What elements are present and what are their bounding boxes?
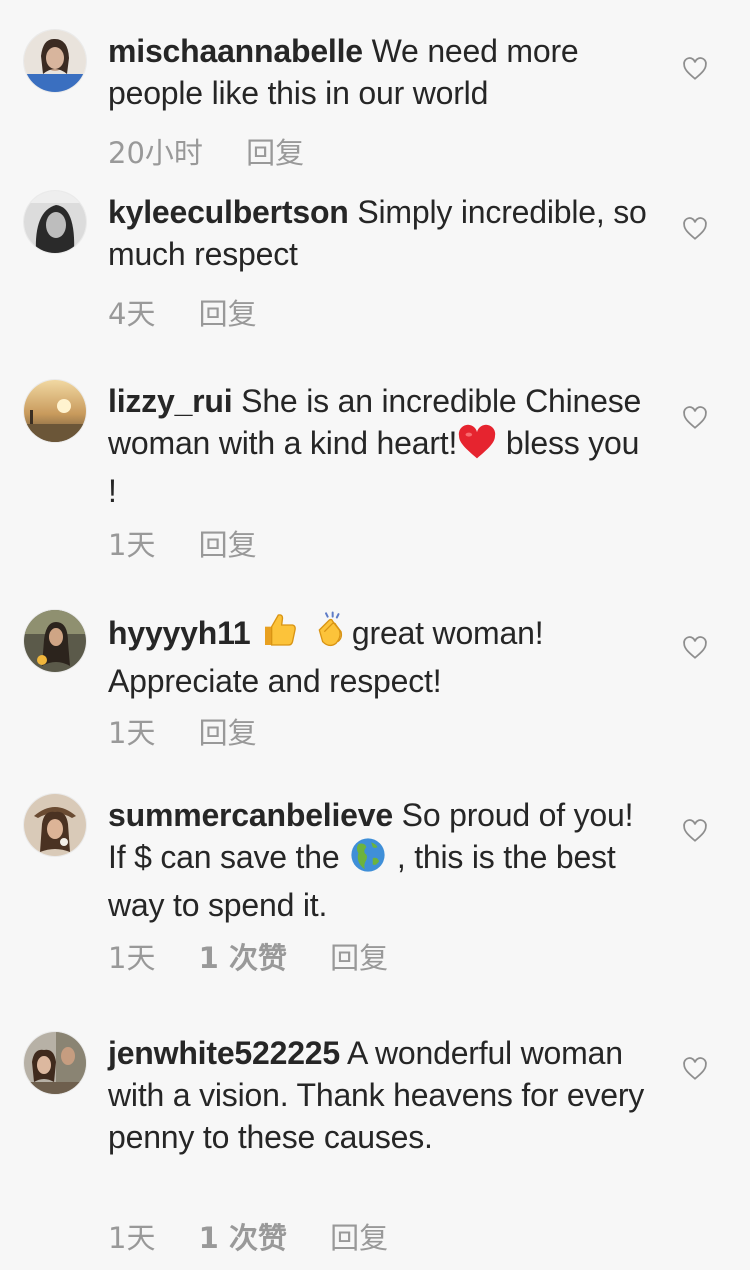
username[interactable]: jenwhite522225 (108, 1035, 340, 1071)
username[interactable]: lizzy_rui (108, 383, 233, 419)
timestamp: 1天 (108, 941, 156, 975)
reply-button[interactable]: 回复 (199, 522, 257, 564)
heart-outline-icon[interactable] (682, 1056, 708, 1082)
heart-outline-icon[interactable] (682, 216, 708, 242)
username[interactable]: mischaannabelle (108, 33, 363, 69)
comment-meta: 4天 回复 (108, 291, 291, 333)
avatar[interactable] (24, 380, 86, 442)
reply-button[interactable]: 回复 (246, 130, 304, 172)
comment-text: kyleeculbertson Simply incredible, so mu… (108, 191, 648, 275)
timestamp: 4天 (108, 297, 156, 331)
heart-outline-icon[interactable] (682, 405, 708, 431)
avatar[interactable] (24, 610, 86, 672)
timestamp: 20小时 (108, 136, 203, 170)
comment-meta: 1天 1 次赞 回复 (108, 1215, 422, 1257)
thumbs-up-emoji (259, 610, 301, 660)
comment-meta: 1天 回复 (108, 522, 291, 564)
username[interactable]: hyyyyh11 (108, 615, 251, 651)
comment-text: hyyyyh11 great woman! Appreciate and res… (108, 610, 648, 702)
comment-text: lizzy_rui She is an incredible Chinese w… (108, 380, 648, 512)
timestamp: 1天 (108, 1221, 156, 1255)
avatar[interactable] (24, 191, 86, 253)
reply-button[interactable]: 回复 (330, 935, 388, 977)
username[interactable]: summercanbelieve (108, 797, 393, 833)
avatar[interactable] (24, 30, 86, 92)
username[interactable]: kyleeculbertson (108, 194, 349, 230)
comment-text: jenwhite522225 A wonderful woman with a … (108, 1032, 648, 1158)
comment-meta: 1天 回复 (108, 710, 291, 752)
reply-button[interactable]: 回复 (199, 291, 257, 333)
reply-button[interactable]: 回复 (330, 1215, 388, 1257)
timestamp: 1天 (108, 528, 156, 562)
timestamp: 1天 (108, 716, 156, 750)
globe-americas-emoji (348, 836, 388, 884)
clapping-hands-emoji (310, 610, 352, 660)
heart-outline-icon[interactable] (682, 56, 708, 82)
heart-outline-icon[interactable] (682, 818, 708, 844)
likes-count[interactable]: 1 次赞 (199, 1215, 287, 1257)
heart-outline-icon[interactable] (682, 635, 708, 661)
red-heart-emoji (457, 424, 497, 470)
likes-count[interactable]: 1 次赞 (199, 935, 287, 977)
avatar[interactable] (24, 794, 86, 856)
reply-button[interactable]: 回复 (199, 710, 257, 752)
comment-text: summercanbelieve So proud of you! If $ c… (108, 794, 648, 926)
comment-text: mischaannabelle We need more people like… (108, 30, 648, 114)
comment-meta: 1天 1 次赞 回复 (108, 935, 422, 977)
comment-meta: 20小时 回复 (108, 130, 338, 172)
avatar[interactable] (24, 1032, 86, 1094)
